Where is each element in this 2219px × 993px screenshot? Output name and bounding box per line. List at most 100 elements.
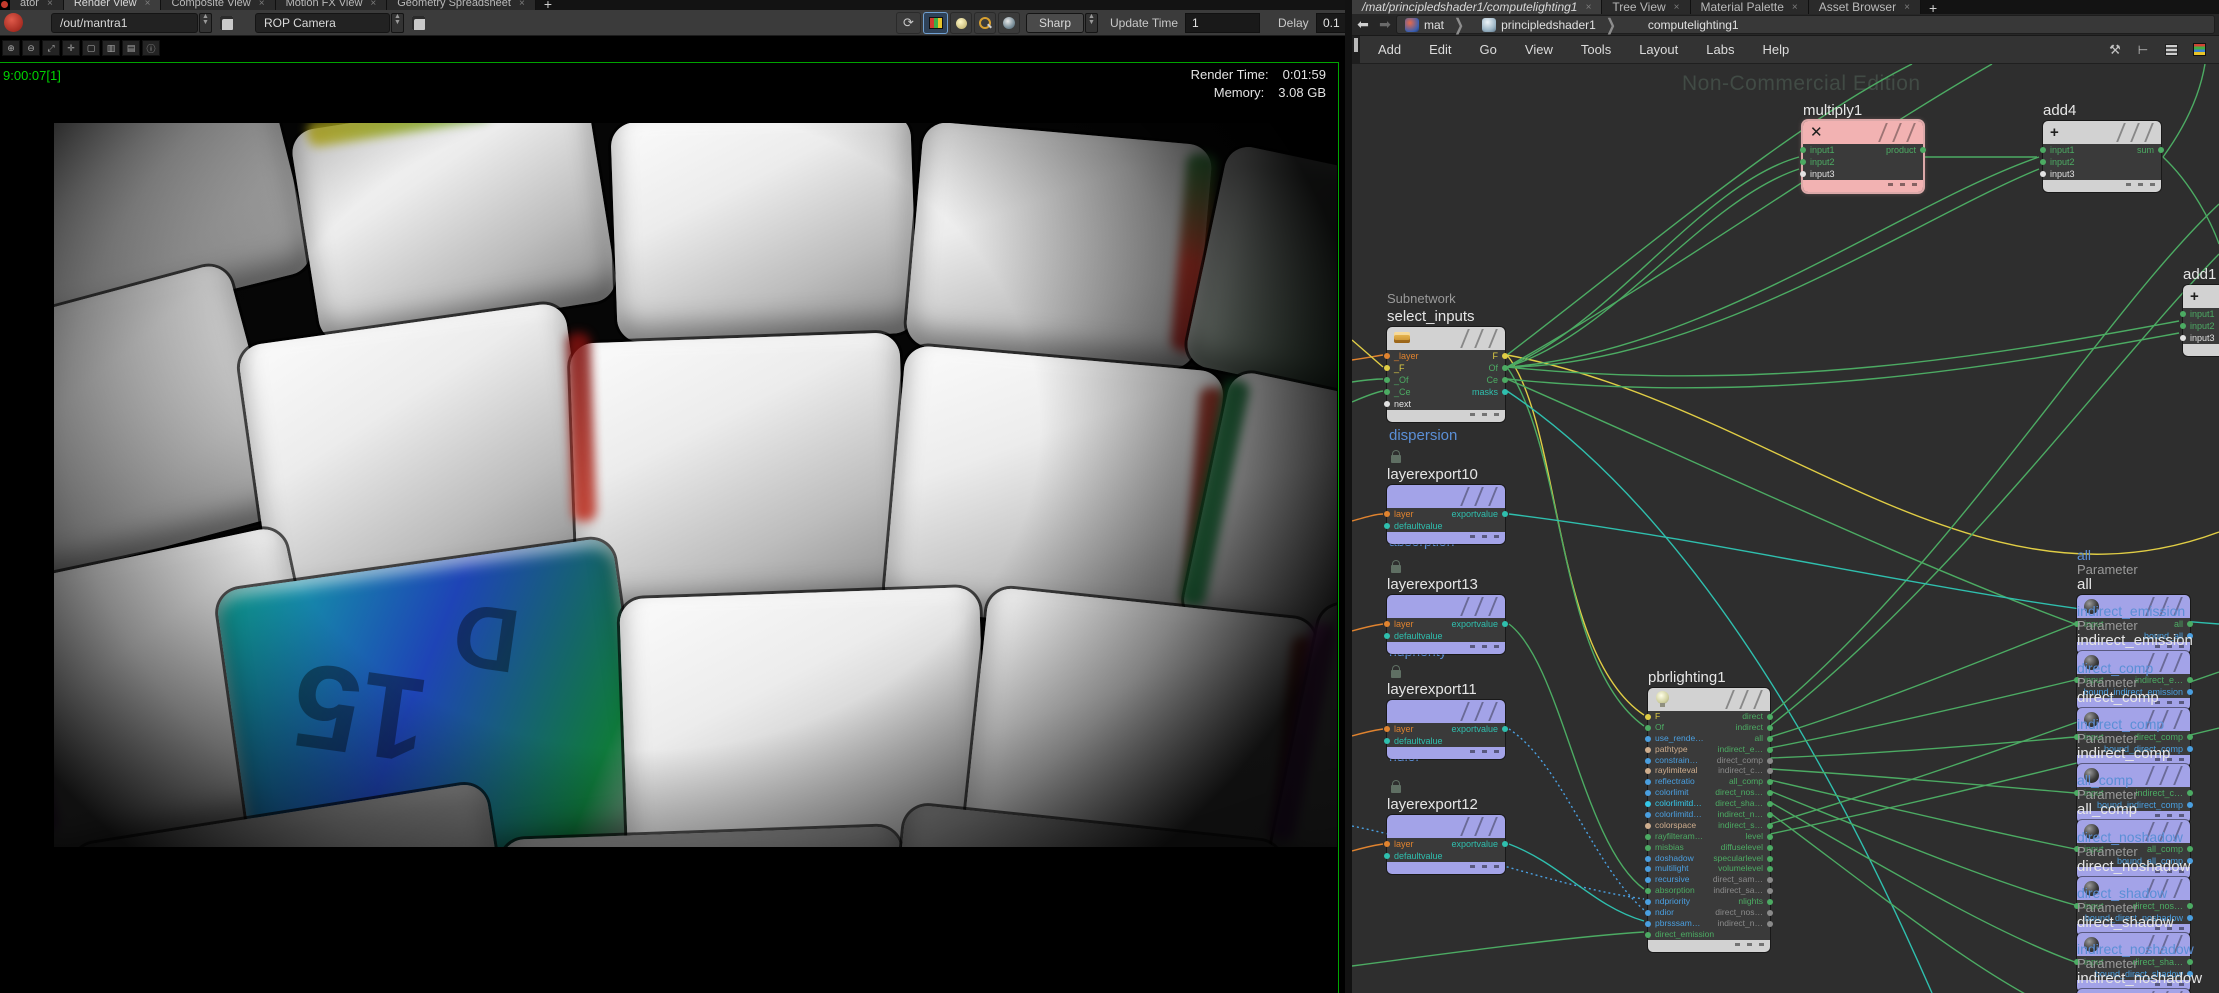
node-flags[interactable]: [2142, 764, 2184, 787]
input-port[interactable]: [1645, 845, 1651, 851]
input-port[interactable]: [1384, 377, 1390, 383]
input-port[interactable]: [1645, 899, 1651, 905]
node-flags[interactable]: [2113, 121, 2155, 144]
tab-geometry-spreadsheet[interactable]: Geometry Spreadsheet×: [387, 0, 536, 10]
output-port[interactable]: [1767, 888, 1773, 894]
palette-grid-icon[interactable]: [2189, 42, 2209, 58]
input-port[interactable]: [1645, 768, 1651, 774]
environment-button[interactable]: [998, 12, 1020, 34]
render-stop-icon[interactable]: [4, 13, 23, 32]
input-port[interactable]: [1645, 725, 1651, 731]
output-port[interactable]: [1920, 147, 1926, 153]
input-port[interactable]: [2040, 159, 2046, 165]
tab-close-icon[interactable]: ×: [1585, 2, 1591, 13]
node-body[interactable]: layerexportvaluedefaultvalue: [1387, 595, 1505, 654]
output-port[interactable]: [2187, 734, 2193, 740]
tab-composite-view[interactable]: Composite View×: [161, 0, 275, 10]
viewport-tool-0-icon[interactable]: ⊕: [2, 40, 20, 56]
new-tab-button[interactable]: +: [1921, 0, 1945, 14]
output-port[interactable]: [1767, 856, 1773, 862]
tab-close-icon[interactable]: ×: [519, 0, 525, 9]
input-port[interactable]: [1384, 511, 1390, 517]
input-port[interactable]: [1645, 834, 1651, 840]
output-port[interactable]: [2187, 915, 2193, 921]
input-port[interactable]: [1384, 621, 1390, 627]
output-port[interactable]: [2187, 677, 2193, 683]
nav-back-icon[interactable]: ⬅: [1352, 16, 1374, 33]
output-port[interactable]: [1502, 621, 1508, 627]
inspect-button[interactable]: [974, 12, 996, 34]
input-port[interactable]: [1645, 812, 1651, 818]
input-port[interactable]: [1384, 389, 1390, 395]
tab-close-icon[interactable]: ×: [1792, 2, 1798, 13]
menu-go[interactable]: Go: [1466, 42, 1511, 57]
input-port[interactable]: [1645, 888, 1651, 894]
tab-close-icon[interactable]: ×: [1904, 2, 1910, 13]
output-port[interactable]: [1767, 834, 1773, 840]
menu-labs[interactable]: Labs: [1692, 42, 1748, 57]
output-port[interactable]: [1767, 812, 1773, 818]
output-port[interactable]: [1767, 801, 1773, 807]
node-body[interactable]: layerexportvaluedefaultvalue: [1387, 700, 1505, 759]
node-body[interactable]: layerexportvaluedefaultvalue: [1387, 815, 1505, 874]
output-port[interactable]: [1767, 768, 1773, 774]
input-port[interactable]: [1384, 726, 1390, 732]
input-port[interactable]: [1645, 714, 1651, 720]
input-port[interactable]: [2180, 323, 2186, 329]
tab-close-icon[interactable]: ×: [145, 0, 151, 9]
output-port[interactable]: [1767, 866, 1773, 872]
node-flags[interactable]: [2142, 989, 2184, 993]
input-port[interactable]: [1645, 758, 1651, 764]
tab-tree-view[interactable]: Tree View×: [1602, 0, 1690, 14]
input-port[interactable]: [1645, 747, 1651, 753]
re-render-button[interactable]: ⟳: [896, 12, 921, 34]
output-port[interactable]: [1502, 841, 1508, 847]
node-flags[interactable]: [1457, 815, 1499, 838]
output-port[interactable]: [1767, 921, 1773, 927]
output-port[interactable]: [2187, 790, 2193, 796]
output-port[interactable]: [2158, 147, 2164, 153]
viewport-tool-2-icon[interactable]: ⤢: [42, 40, 60, 56]
output-port[interactable]: [2187, 846, 2193, 852]
viewport-tool-3-icon[interactable]: ✛: [62, 40, 80, 56]
input-port[interactable]: [1645, 736, 1651, 742]
input-port[interactable]: [2040, 171, 2046, 177]
rop-chooser-icon[interactable]: [220, 16, 233, 30]
viewport-tool-7-icon[interactable]: ⓘ: [142, 40, 160, 56]
menu-tools[interactable]: Tools: [1567, 42, 1625, 57]
tree-icon[interactable]: ⊢: [2133, 42, 2153, 58]
input-port[interactable]: [1645, 866, 1651, 872]
camera-chooser-icon[interactable]: [412, 16, 425, 30]
menu-layout[interactable]: Layout: [1625, 42, 1692, 57]
update-time-field[interactable]: 1: [1185, 13, 1260, 33]
input-port[interactable]: [1800, 171, 1806, 177]
breadcrumb[interactable]: mat ❯ principledshader1 ❯ computelightin…: [1396, 15, 2215, 34]
output-port[interactable]: [1767, 845, 1773, 851]
output-port[interactable]: [2187, 903, 2193, 909]
viewport-tool-1-icon[interactable]: ⊖: [22, 40, 40, 56]
node-flags[interactable]: [1875, 121, 1917, 144]
input-port[interactable]: [1384, 365, 1390, 371]
output-port[interactable]: [1502, 726, 1508, 732]
tab-ator[interactable]: ator×: [10, 0, 64, 10]
rop-path-select[interactable]: /out/mantra1: [51, 13, 198, 33]
output-port[interactable]: [1502, 511, 1508, 517]
input-port[interactable]: [1645, 910, 1651, 916]
input-port[interactable]: [1645, 823, 1651, 829]
input-port[interactable]: [1800, 159, 1806, 165]
viewport-tool-5-icon[interactable]: ▥: [102, 40, 120, 56]
render-viewport[interactable]: 9:00:07[1] Render Time: 0:01:59 Memory: …: [0, 62, 1339, 993]
tab-close-icon[interactable]: ×: [47, 0, 53, 9]
input-port[interactable]: [1645, 877, 1651, 883]
output-port[interactable]: [1502, 353, 1508, 359]
tab-render-view[interactable]: Render View×: [64, 0, 162, 10]
input-port[interactable]: [2180, 335, 2186, 341]
input-port[interactable]: [1645, 790, 1651, 796]
breadcrumb-principledshader1[interactable]: principledshader1: [1501, 18, 1596, 32]
input-port[interactable]: [1384, 523, 1390, 529]
output-port[interactable]: [1502, 389, 1508, 395]
input-port[interactable]: [1645, 801, 1651, 807]
input-port[interactable]: [1645, 779, 1651, 785]
output-port[interactable]: [2187, 621, 2193, 627]
lights-button[interactable]: [950, 12, 972, 34]
